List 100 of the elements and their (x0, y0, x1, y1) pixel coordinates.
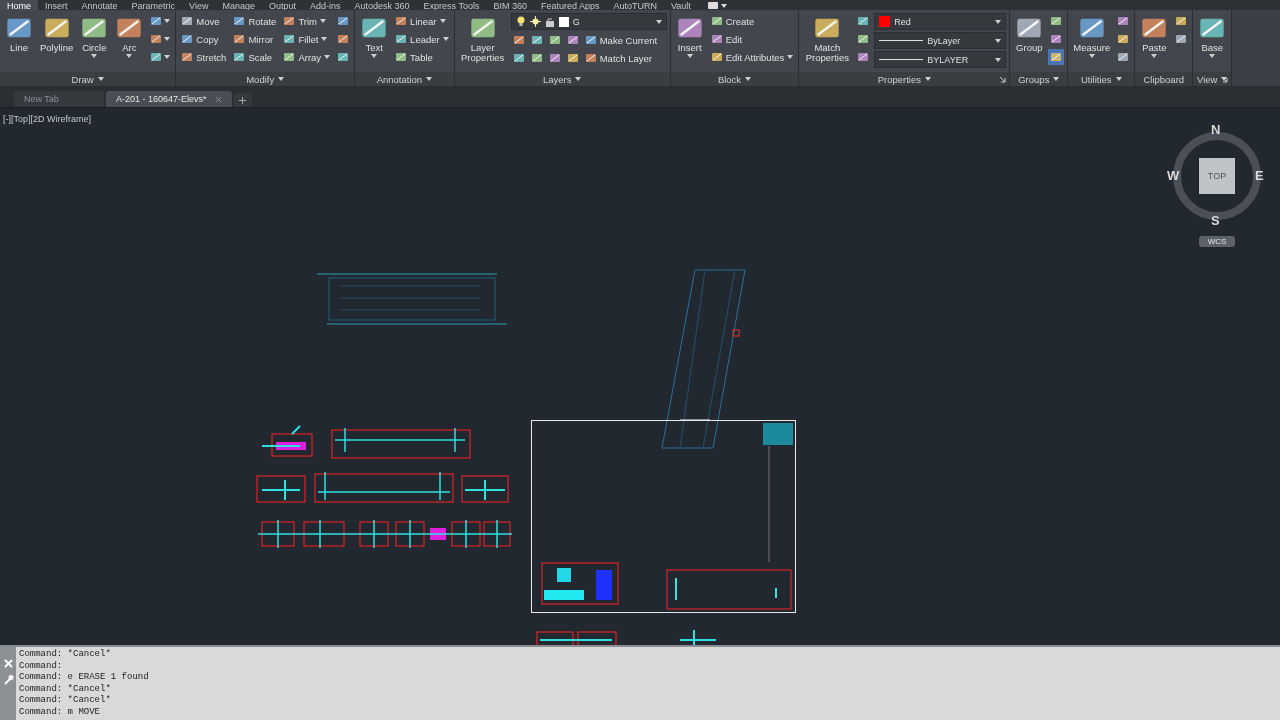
tool-button[interactable]: Mirror (231, 31, 279, 47)
tool-button[interactable]: Move (179, 13, 229, 29)
tool-icon (530, 52, 543, 64)
panel-title-button[interactable]: Layers (542, 73, 582, 85)
ribbon-tab[interactable]: Autodesk 360 (347, 0, 417, 10)
ribbon-tab[interactable]: View (182, 0, 216, 10)
linetype-dropdown[interactable]: ByLayer (874, 32, 1007, 49)
dialog-launcher-icon[interactable] (1221, 76, 1229, 83)
tool-icon (1117, 33, 1130, 45)
tool-button[interactable]: Paste (1138, 13, 1171, 59)
tool-icon (1050, 51, 1063, 63)
tool-icon (233, 15, 246, 27)
tool-icon (584, 52, 597, 64)
tool-icon (530, 34, 543, 46)
tool-icon (283, 33, 296, 45)
caret-icon (575, 77, 582, 81)
caret-icon (91, 54, 98, 58)
tool-button[interactable] (1048, 49, 1065, 65)
tool-button[interactable]: Polyline (38, 13, 76, 54)
tool-button[interactable]: Group (1013, 13, 1046, 54)
lock-icon (544, 16, 555, 27)
ribbon-tab[interactable]: Insert (38, 0, 75, 10)
tool-icon (1117, 15, 1130, 27)
command-line-text: Command: m MOVE (19, 706, 101, 718)
tool-icon (150, 33, 163, 45)
caret-icon (1221, 77, 1228, 81)
tool-button[interactable]: Scale (231, 49, 279, 65)
dialog-launcher-icon[interactable] (999, 76, 1007, 83)
color-dropdown[interactable]: Red (874, 13, 1007, 30)
new-tab-button[interactable] (233, 93, 252, 107)
tool-icon (233, 33, 246, 45)
tool-button[interactable]: Create (708, 13, 796, 29)
tool-icon (395, 51, 408, 63)
tool-button[interactable]: Match Layer (582, 50, 654, 66)
ribbon-tab[interactable]: Featured Apps (533, 0, 607, 10)
viewcube-face[interactable]: TOP (1199, 158, 1235, 194)
tool-button[interactable]: Leader (393, 31, 451, 47)
ribbon-tab[interactable]: Express Tools (416, 0, 487, 10)
layer-dropdown[interactable]: G (510, 13, 667, 30)
tool-button[interactable]: Arc (113, 13, 146, 59)
tool-icon (710, 51, 723, 63)
tool-button[interactable]: Edit (708, 31, 796, 47)
tool-button[interactable]: Text (358, 13, 391, 59)
ribbon-tab[interactable]: AutoTURN (606, 0, 664, 10)
compass-letter[interactable]: W (1167, 169, 1180, 183)
compass-letter[interactable]: N (1211, 123, 1221, 137)
panel-title-button[interactable]: Modify (246, 73, 285, 85)
ribbon-tab[interactable]: Annotate (74, 0, 125, 10)
tool-button[interactable]: Layer Properties (457, 13, 508, 64)
caret-icon (655, 19, 662, 24)
ribbon-tab[interactable]: Output (261, 0, 303, 10)
file-tab-label[interactable]: New Tab (24, 94, 59, 104)
tool-icon (857, 33, 870, 45)
file-tab[interactable]: A-201 - 160647-Elevs* (106, 91, 232, 107)
tool-button[interactable]: Measure (1071, 13, 1113, 59)
tool-icon (1050, 15, 1063, 27)
ribbon-tab[interactable]: Vault (664, 0, 698, 10)
sun-icon (529, 16, 541, 27)
tool-button[interactable]: Linear (393, 13, 451, 29)
viewport-controls[interactable]: [-][Top][2D Wireframe] (3, 114, 92, 124)
tool-button[interactable]: Table (393, 49, 451, 65)
command-line-text: Command: *Cancel* (19, 683, 112, 695)
tool-button[interactable]: Edit Attributes (708, 49, 796, 65)
panel-title-button[interactable]: Draw (71, 73, 104, 85)
caret-icon (995, 57, 1002, 62)
linetype-dropdown[interactable]: BYLAYER (874, 51, 1007, 68)
tool-icon (233, 51, 246, 63)
tool-icon (566, 52, 579, 64)
ribbon-tab[interactable]: Manage (215, 0, 262, 10)
ucs-menu-button[interactable]: WCS (1199, 236, 1235, 247)
tool-button[interactable]: Stretch (179, 49, 229, 65)
caret-icon (686, 54, 693, 58)
tool-icon (395, 15, 408, 27)
tool-button[interactable]: Insert (673, 13, 706, 59)
tool-button[interactable]: Circle (78, 13, 111, 59)
ribbon-tab[interactable]: BIM 360 (486, 0, 534, 10)
tool-icon (1175, 15, 1188, 27)
tool-icon (548, 34, 561, 46)
tool-button[interactable]: Make Current (582, 32, 660, 48)
caret-icon (164, 55, 171, 59)
compass-letter[interactable]: S (1211, 214, 1220, 228)
tool-button[interactable]: Copy (179, 31, 229, 47)
tool-button[interactable]: Base (1196, 13, 1229, 59)
tool-button[interactable]: Fillet (281, 31, 333, 47)
compass-letter[interactable]: E (1255, 169, 1264, 183)
swatch-icon (558, 16, 569, 27)
caret-icon (320, 19, 327, 23)
file-tab-label[interactable]: A-201 - 160647-Elevs* (116, 94, 207, 104)
ribbon-tab[interactable]: Parametric (124, 0, 183, 10)
tool-button[interactable]: Array (281, 49, 333, 65)
tool-button[interactable]: Line (3, 13, 35, 54)
tool-icon (337, 15, 350, 27)
tool-button[interactable]: Match Properties (802, 13, 853, 64)
ribbon-tab[interactable]: Add-ins (303, 0, 348, 10)
tool-icon (181, 15, 194, 27)
tool-button[interactable]: Trim (281, 13, 333, 29)
wrench-icon[interactable] (2, 674, 14, 685)
toolbar-dropdown-icon[interactable] (707, 0, 728, 10)
file-tab[interactable]: New Tab (14, 91, 104, 107)
tool-button[interactable]: Rotate (231, 13, 279, 29)
